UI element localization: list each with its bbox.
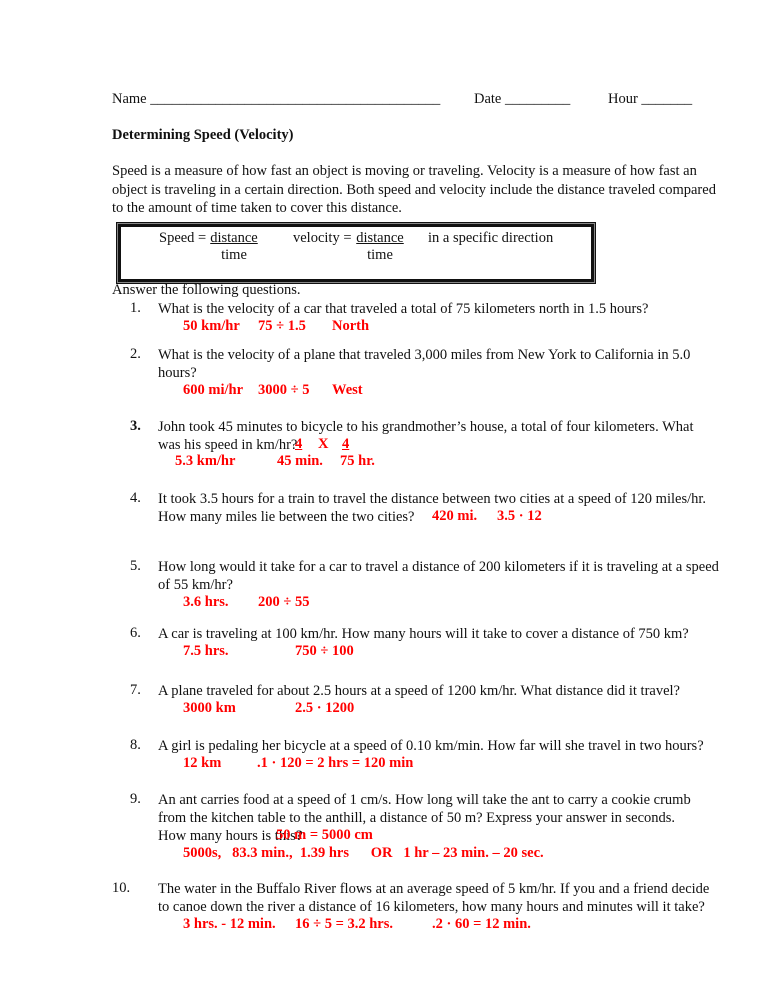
work-multiply: X bbox=[318, 436, 329, 452]
answer-direction: North bbox=[332, 318, 370, 334]
question-number: 8. bbox=[130, 737, 141, 753]
question-text: What is the velocity of a car that trave… bbox=[158, 301, 649, 317]
question-number: 3. bbox=[130, 418, 141, 434]
answer-result: 5.3 km/hr bbox=[175, 453, 236, 469]
speed-denominator: time bbox=[221, 247, 247, 263]
answer-work: 3.5 · 12 bbox=[497, 508, 542, 524]
answer-direction: West bbox=[332, 382, 363, 398]
question-text: A plane traveled for about 2.5 hours at … bbox=[158, 683, 680, 699]
answer-result: 420 mi. bbox=[432, 508, 478, 524]
question-number: 7. bbox=[130, 682, 141, 698]
velocity-numerator: distance bbox=[356, 230, 404, 246]
question-text: The water in the Buffalo River flows at … bbox=[158, 881, 710, 897]
name-field-label: Name ___________________________________… bbox=[112, 91, 441, 107]
velocity-fraction: distance time bbox=[351, 230, 409, 264]
question-text: to canoe down the river a distance of 16… bbox=[158, 899, 705, 915]
speed-fraction: distance time bbox=[205, 230, 263, 264]
question-text: John took 45 minutes to bicycle to his g… bbox=[158, 419, 694, 435]
answer-work: 750 ÷ 100 bbox=[295, 643, 354, 659]
question-text: A car is traveling at 100 km/hr. How man… bbox=[158, 626, 689, 642]
answer-result: 3.6 hrs. bbox=[183, 594, 229, 610]
work-numerator: 4 bbox=[295, 436, 303, 452]
intro-line-1: Speed is a measure of how fast an object… bbox=[112, 163, 697, 179]
answer-work: 2.5 · 1200 bbox=[295, 700, 355, 716]
answer-work: 16 ÷ 5 = 3.2 hrs. bbox=[295, 916, 393, 932]
answer-result: 50 km/hr bbox=[183, 318, 240, 334]
answer-result: 12 km bbox=[183, 755, 222, 771]
speed-numerator: distance bbox=[210, 230, 258, 246]
question-text: of 55 km/hr? bbox=[158, 577, 233, 593]
date-field-label: Date _________ bbox=[474, 91, 571, 107]
question-text: hours? bbox=[158, 365, 197, 381]
question-text: How long would it take for a car to trav… bbox=[158, 559, 719, 575]
answer-result: 5000s, 83.3 min., 1.39 hrs OR 1 hr – 23 … bbox=[183, 845, 544, 861]
question-text: was his speed in km/hr? bbox=[158, 437, 298, 453]
intro-line-3: to the amount of time taken to cover thi… bbox=[112, 200, 402, 216]
question-text: How many miles lie between the two citie… bbox=[158, 509, 415, 525]
answer-result: 7.5 hrs. bbox=[183, 643, 229, 659]
hour-field-label: Hour _______ bbox=[608, 91, 693, 107]
answer-work: 3000 ÷ 5 bbox=[258, 382, 310, 398]
question-text: What is the velocity of a plane that tra… bbox=[158, 347, 691, 363]
answer-work: .1 · 120 = 2 hrs = 120 min bbox=[257, 755, 414, 771]
page-title: Determining Speed (Velocity) bbox=[112, 127, 294, 143]
work-denominator: 75 hr. bbox=[340, 453, 375, 469]
answer-work: 75 ÷ 1.5 bbox=[258, 318, 306, 334]
question-number: 9. bbox=[130, 791, 141, 807]
answer-result: 600 mi/hr bbox=[183, 382, 244, 398]
answer-work: 200 ÷ 55 bbox=[258, 594, 310, 610]
direction-note: in a specific direction bbox=[428, 230, 554, 246]
answer-result: 3000 km bbox=[183, 700, 236, 716]
work-numerator: 4 bbox=[342, 436, 350, 452]
answer-conversion: 50 m = 5000 cm bbox=[276, 827, 373, 843]
speed-formula-label: Speed = bbox=[159, 230, 207, 246]
question-number: 4. bbox=[130, 490, 141, 506]
question-text: It took 3.5 hours for a train to travel … bbox=[158, 491, 707, 507]
work-denominator: 45 min. bbox=[277, 453, 323, 469]
question-number: 5. bbox=[130, 558, 141, 574]
question-number: 1. bbox=[130, 300, 141, 316]
intro-line-2: object is traveling in a certain directi… bbox=[112, 182, 716, 198]
velocity-denominator: time bbox=[367, 247, 393, 263]
question-number: 6. bbox=[130, 625, 141, 641]
question-number: 10. bbox=[112, 880, 131, 896]
question-text: A girl is pedaling her bicycle at a spee… bbox=[158, 738, 704, 754]
answer-work: .2 · 60 = 12 min. bbox=[432, 916, 531, 932]
velocity-formula-label: velocity = bbox=[293, 230, 352, 246]
instructions: Answer the following questions. bbox=[112, 282, 301, 298]
question-text: from the kitchen table to the anthill, a… bbox=[158, 810, 676, 826]
answer-result: 3 hrs. - 12 min. bbox=[183, 916, 276, 932]
question-number: 2. bbox=[130, 346, 141, 362]
question-text: An ant carries food at a speed of 1 cm/s… bbox=[158, 792, 691, 808]
